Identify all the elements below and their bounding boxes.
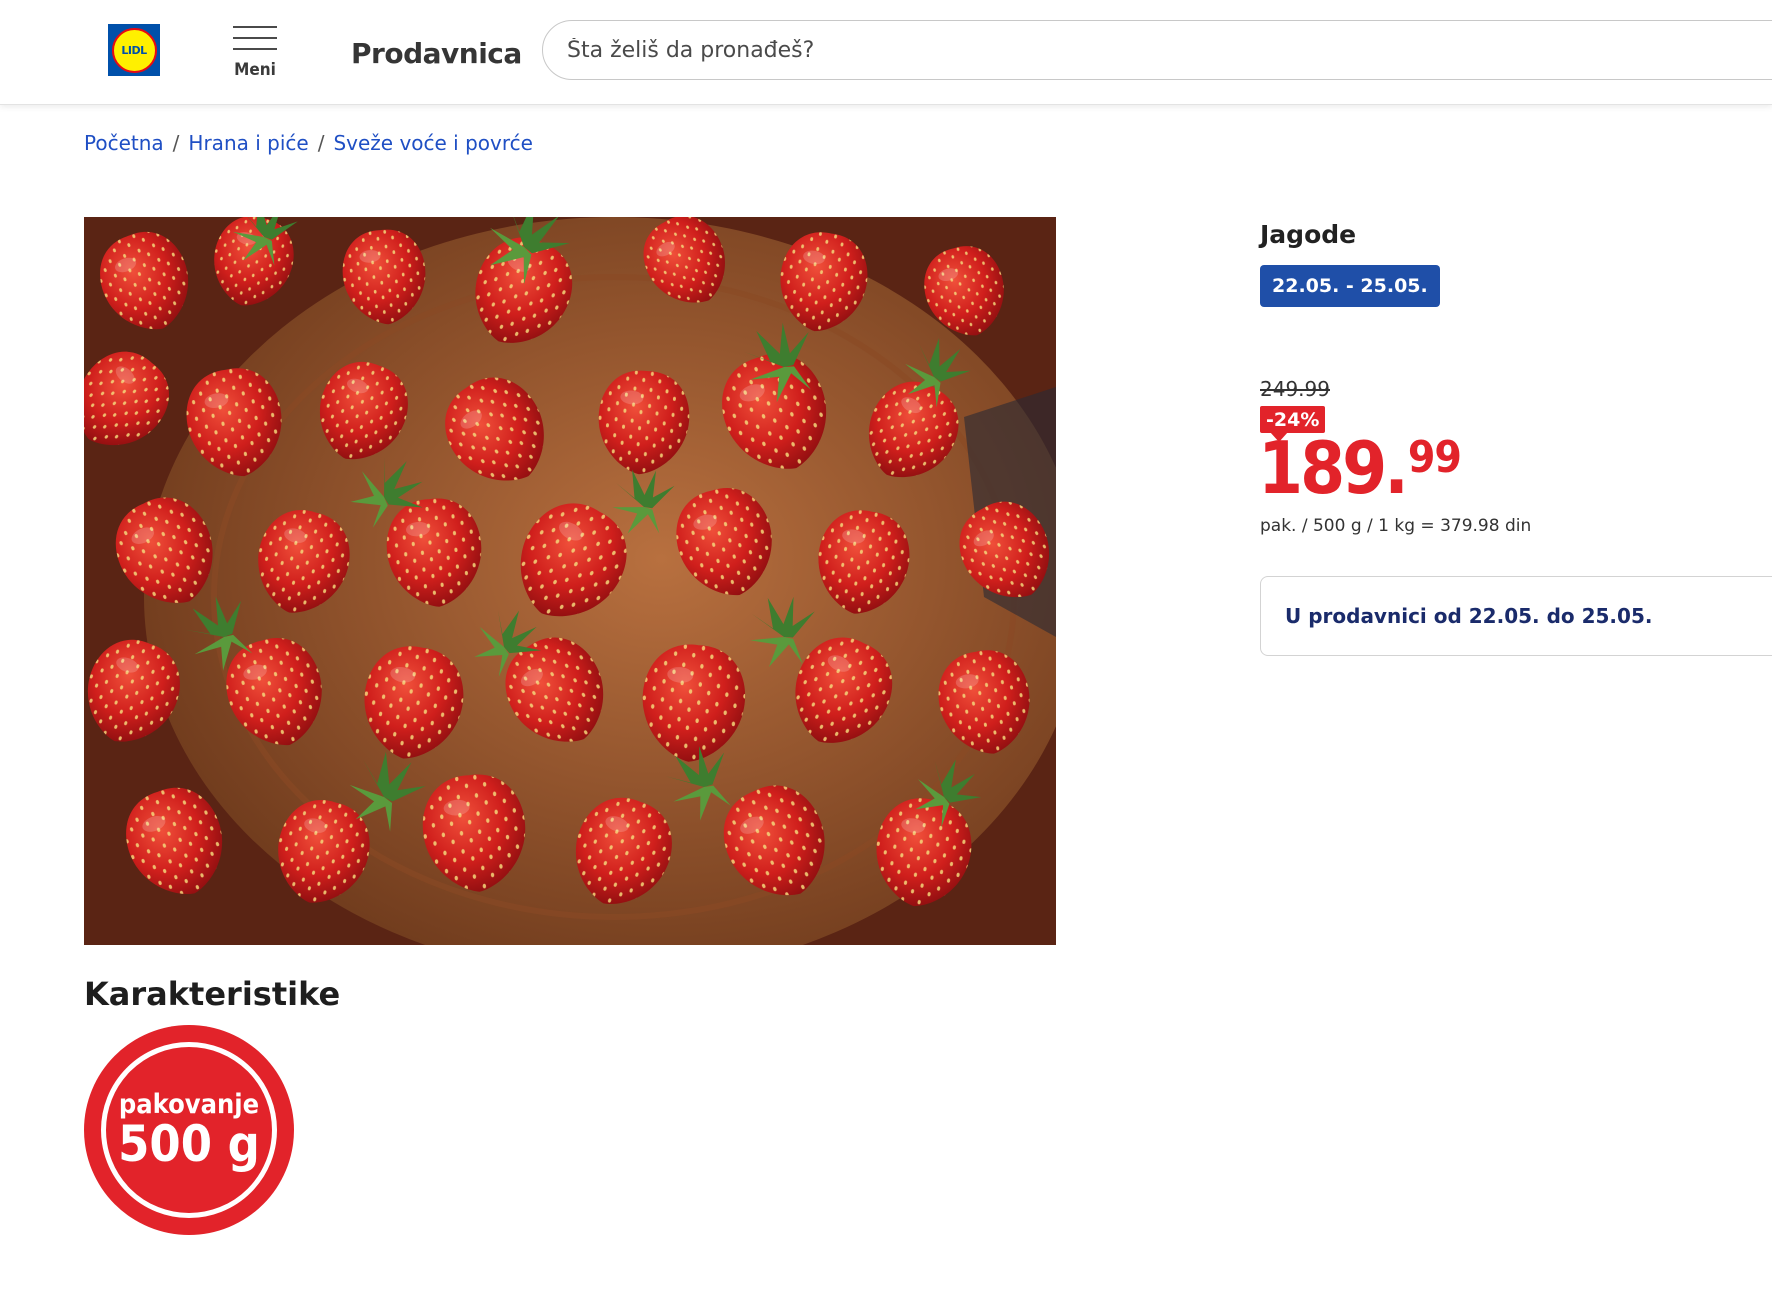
hamburger-menu-icon	[233, 26, 277, 52]
package-size-badge-inner: pakovanje 500 g	[101, 1042, 277, 1218]
shop-title-link[interactable]: Prodavnica	[351, 37, 522, 70]
breadcrumb-food-drink[interactable]: Hrana i piće	[188, 131, 308, 155]
search-bar[interactable]	[542, 20, 1772, 80]
menu-label: Meni	[234, 60, 276, 80]
search-input[interactable]	[567, 37, 1772, 63]
current-price: 189. 99	[1258, 426, 1462, 510]
characteristics-title: Karakteristike	[84, 975, 341, 1013]
price-cents: 99	[1407, 432, 1462, 483]
lidl-logo-text: LIDL	[111, 27, 157, 73]
old-price: 249.99	[1260, 377, 1330, 401]
menu-button[interactable]: Meni	[230, 24, 280, 84]
breadcrumb-separator: /	[317, 131, 325, 155]
lidl-logo[interactable]: LIDL	[108, 24, 160, 76]
breadcrumb: Početna / Hrana i piće / Sveže voće i po…	[84, 131, 533, 155]
breadcrumb-home[interactable]: Početna	[84, 131, 164, 155]
offer-date-badge: 22.05. - 25.05.	[1260, 265, 1440, 307]
store-availability-box: U prodavnici od 22.05. do 25.05.	[1260, 576, 1772, 656]
breadcrumb-fresh-produce[interactable]: Sveže voće i povrće	[333, 131, 533, 155]
product-image[interactable]	[84, 217, 1056, 945]
badge-package-label: pakovanje	[118, 1089, 260, 1121]
unit-price-info: pak. / 500 g / 1 kg = 379.98 din	[1260, 516, 1532, 536]
product-name: Jagode	[1260, 220, 1357, 249]
store-availability-text: U prodavnici od 22.05. do 25.05.	[1285, 604, 1653, 628]
badge-package-weight: 500 g	[118, 1115, 260, 1174]
price-main: 189.	[1258, 426, 1409, 510]
package-size-badge: pakovanje 500 g	[84, 1025, 294, 1235]
breadcrumb-separator: /	[172, 131, 180, 155]
site-header: LIDL Meni Prodavnica	[0, 0, 1772, 105]
